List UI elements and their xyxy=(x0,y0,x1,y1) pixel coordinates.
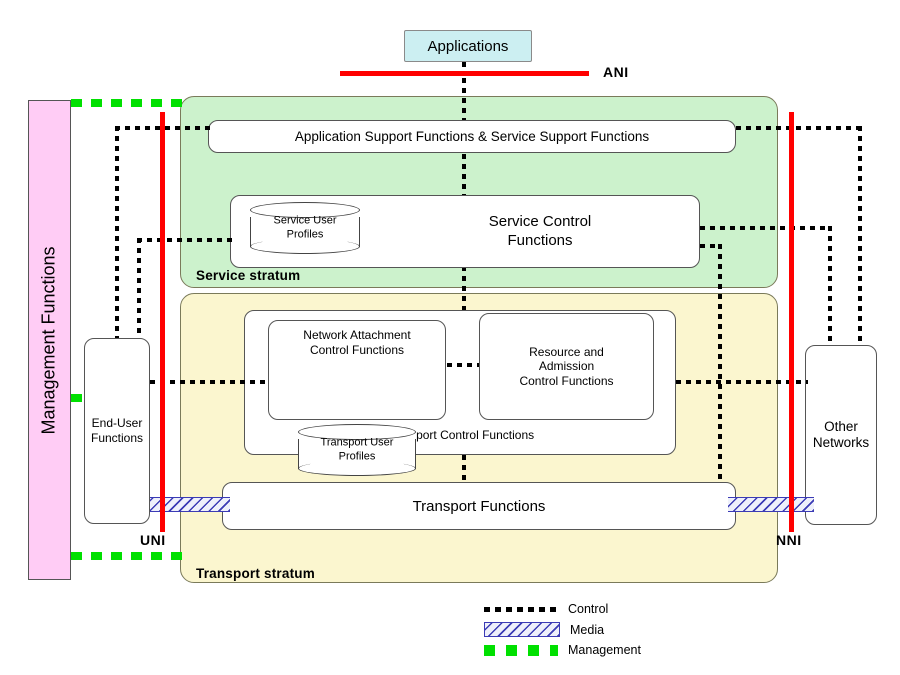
management-link-top xyxy=(71,99,183,107)
service-user-profiles-store[interactable]: Service User Profiles xyxy=(250,202,360,254)
media-link-nni xyxy=(728,497,814,512)
applications-label: Applications xyxy=(427,37,509,55)
transport-functions-box[interactable]: Transport Functions xyxy=(222,482,736,530)
legend-item-media: Media xyxy=(484,622,641,637)
resource-and-admission-control-functions-box[interactable]: Resource and Admission Control Functions xyxy=(479,313,654,420)
service-user-profiles-label: Service User Profiles xyxy=(273,214,337,240)
uni-interface-line xyxy=(160,112,165,532)
control-link-support-to-right xyxy=(736,126,862,130)
control-link-right-inner-vertical xyxy=(828,226,832,346)
legend-item-management: Management xyxy=(484,643,641,657)
legend-label-media: Media xyxy=(570,622,605,637)
transport-user-profiles-label: Transport User Profiles xyxy=(320,436,394,462)
legend-item-control: Control xyxy=(484,602,641,616)
management-line-icon xyxy=(484,644,558,656)
management-functions-label: Management Functions xyxy=(39,245,60,435)
transport-stratum-label: Transport stratum xyxy=(196,566,315,581)
applications-box[interactable]: Applications xyxy=(404,30,532,62)
management-link-bottom xyxy=(71,552,183,560)
control-link-left-second-horizontal xyxy=(137,238,232,242)
nacf-label: Network Attachment Control Functions xyxy=(303,328,411,357)
control-link-nacf-racf xyxy=(447,363,479,367)
uni-label: UNI xyxy=(140,532,166,548)
control-link-right-outer-vertical xyxy=(858,126,862,346)
legend-label-management: Management xyxy=(568,643,641,657)
transport-functions-label: Transport Functions xyxy=(412,497,546,515)
nni-interface-line xyxy=(789,112,794,532)
control-link-transport-control-to-transport-functions xyxy=(462,455,466,482)
service-stratum-label: Service stratum xyxy=(196,268,301,283)
control-link-end-user-to-transport-control xyxy=(150,380,270,384)
nni-label: NNI xyxy=(776,532,802,548)
transport-user-profiles-store[interactable]: Transport User Profiles xyxy=(298,424,416,476)
legend-label-control: Control xyxy=(568,602,609,616)
service-control-functions-label: Service Control Functions xyxy=(488,213,592,249)
diagram-canvas: Applications ANI Management Functions Ap… xyxy=(0,0,900,675)
control-line-icon xyxy=(484,606,558,612)
application-and-service-support-functions-box[interactable]: Application Support Functions & Service … xyxy=(208,120,736,153)
media-line-icon xyxy=(484,622,560,637)
other-networks-box[interactable]: Other Networks xyxy=(805,345,877,525)
control-link-support-to-scf xyxy=(462,154,466,197)
control-link-left-second-vertical xyxy=(137,238,141,338)
control-link-left-top-vertical xyxy=(115,126,119,338)
end-user-functions-box[interactable]: End-User Functions xyxy=(84,338,150,524)
end-user-functions-label: End-User Functions xyxy=(90,416,144,445)
legend: Control Media Management xyxy=(484,602,641,657)
control-link-scf-to-right xyxy=(700,226,832,230)
support-functions-label: Application Support Functions & Service … xyxy=(294,129,650,144)
ani-label: ANI xyxy=(603,64,629,80)
other-networks-label: Other Networks xyxy=(812,418,870,450)
ani-interface-line xyxy=(340,71,589,76)
control-link-scf-stub-vertical xyxy=(718,244,722,484)
network-attachment-control-functions-box[interactable]: Network Attachment Control Functions xyxy=(268,320,446,420)
management-functions-box[interactable]: Management Functions xyxy=(28,100,71,580)
racf-label: Resource and Admission Control Functions xyxy=(519,344,614,388)
